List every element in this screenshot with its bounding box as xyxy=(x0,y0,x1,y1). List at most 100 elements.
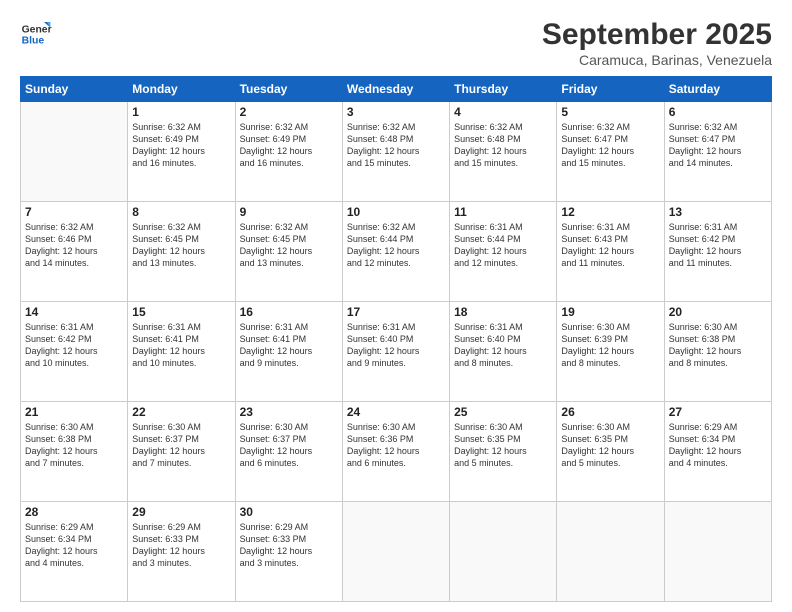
day-info: Sunrise: 6:31 AM Sunset: 6:42 PM Dayligh… xyxy=(25,321,123,370)
col-thursday: Thursday xyxy=(450,77,557,102)
day-number: 2 xyxy=(240,105,338,119)
day-cell: 17 Sunrise: 6:31 AM Sunset: 6:40 PM Dayli… xyxy=(342,302,449,402)
day-info: Sunrise: 6:30 AM Sunset: 6:35 PM Dayligh… xyxy=(561,421,659,470)
week-row-1: 7 Sunrise: 6:32 AM Sunset: 6:46 PM Daylig… xyxy=(21,202,772,302)
day-cell: 20 Sunrise: 6:30 AM Sunset: 6:38 PM Dayli… xyxy=(664,302,771,402)
day-cell: 5 Sunrise: 6:32 AM Sunset: 6:47 PM Daylig… xyxy=(557,102,664,202)
col-sunday: Sunday xyxy=(21,77,128,102)
subtitle: Caramuca, Barinas, Venezuela xyxy=(542,52,772,68)
day-number: 29 xyxy=(132,505,230,519)
day-cell: 29 Sunrise: 6:29 AM Sunset: 6:33 PM Dayli… xyxy=(128,502,235,602)
week-row-2: 14Sunrise: 6:31 AM Sunset: 6:42 PM Dayli… xyxy=(21,302,772,402)
day-cell: 30 Sunrise: 6:29 AM Sunset: 6:33 PM Dayli… xyxy=(235,502,342,602)
day-cell: 13Sunrise: 6:31 AM Sunset: 6:42 PM Dayli… xyxy=(664,202,771,302)
day-cell: 8 Sunrise: 6:32 AM Sunset: 6:45 PM Daylig… xyxy=(128,202,235,302)
col-wednesday: Wednesday xyxy=(342,77,449,102)
day-cell: 14Sunrise: 6:31 AM Sunset: 6:42 PM Dayli… xyxy=(21,302,128,402)
day-info: Sunrise: 6:31 AM Sunset: 6:41 PM Dayligh… xyxy=(240,321,338,370)
day-number: 23 xyxy=(240,405,338,419)
day-cell: 9Sunrise: 6:32 AM Sunset: 6:45 PM Daylig… xyxy=(235,202,342,302)
day-number: 19 xyxy=(561,305,659,319)
svg-text:Blue: Blue xyxy=(22,36,45,47)
day-info: Sunrise: 6:32 AM Sunset: 6:45 PM Dayligh… xyxy=(132,221,230,270)
day-number: 26 xyxy=(561,405,659,419)
day-info: Sunrise: 6:32 AM Sunset: 6:48 PM Dayligh… xyxy=(347,121,445,170)
col-monday: Monday xyxy=(128,77,235,102)
day-cell xyxy=(342,502,449,602)
day-number: 17 xyxy=(347,305,445,319)
day-number: 4 xyxy=(454,105,552,119)
day-info: Sunrise: 6:30 AM Sunset: 6:35 PM Dayligh… xyxy=(454,421,552,470)
day-number: 20 xyxy=(669,305,767,319)
day-cell: 10Sunrise: 6:32 AM Sunset: 6:44 PM Dayli… xyxy=(342,202,449,302)
day-number: 22 xyxy=(132,405,230,419)
day-info: Sunrise: 6:29 AM Sunset: 6:34 PM Dayligh… xyxy=(669,421,767,470)
month-title: September 2025 xyxy=(542,18,772,52)
day-cell: 12 Sunrise: 6:31 AM Sunset: 6:43 PM Dayli… xyxy=(557,202,664,302)
day-number: 30 xyxy=(240,505,338,519)
day-info: Sunrise: 6:30 AM Sunset: 6:39 PM Dayligh… xyxy=(561,321,659,370)
day-info: Sunrise: 6:29 AM Sunset: 6:33 PM Dayligh… xyxy=(132,521,230,570)
logo: General Blue xyxy=(20,18,52,50)
day-number: 6 xyxy=(669,105,767,119)
day-cell: 2 Sunrise: 6:32 AM Sunset: 6:49 PM Daylig… xyxy=(235,102,342,202)
day-number: 9 xyxy=(240,205,338,219)
day-cell: 27 Sunrise: 6:29 AM Sunset: 6:34 PM Dayli… xyxy=(664,402,771,502)
day-info: Sunrise: 6:31 AM Sunset: 6:43 PM Dayligh… xyxy=(561,221,659,270)
day-cell xyxy=(21,102,128,202)
day-cell: 7 Sunrise: 6:32 AM Sunset: 6:46 PM Daylig… xyxy=(21,202,128,302)
svg-text:General: General xyxy=(22,24,52,35)
day-info: Sunrise: 6:30 AM Sunset: 6:37 PM Dayligh… xyxy=(240,421,338,470)
day-info: Sunrise: 6:32 AM Sunset: 6:49 PM Dayligh… xyxy=(132,121,230,170)
day-info: Sunrise: 6:31 AM Sunset: 6:40 PM Dayligh… xyxy=(347,321,445,370)
day-info: Sunrise: 6:30 AM Sunset: 6:37 PM Dayligh… xyxy=(132,421,230,470)
day-number: 7 xyxy=(25,205,123,219)
day-info: Sunrise: 6:29 AM Sunset: 6:33 PM Dayligh… xyxy=(240,521,338,570)
day-cell: 21 Sunrise: 6:30 AM Sunset: 6:38 PM Dayli… xyxy=(21,402,128,502)
day-number: 27 xyxy=(669,405,767,419)
day-cell: 19 Sunrise: 6:30 AM Sunset: 6:39 PM Dayli… xyxy=(557,302,664,402)
week-row-3: 21 Sunrise: 6:30 AM Sunset: 6:38 PM Dayli… xyxy=(21,402,772,502)
day-info: Sunrise: 6:32 AM Sunset: 6:47 PM Dayligh… xyxy=(561,121,659,170)
calendar-table: Sunday Monday Tuesday Wednesday Thursday… xyxy=(20,76,772,602)
day-number: 13 xyxy=(669,205,767,219)
day-number: 5 xyxy=(561,105,659,119)
page: General Blue September 2025 Caramuca, Ba… xyxy=(0,0,792,612)
day-number: 18 xyxy=(454,305,552,319)
day-cell: 24Sunrise: 6:30 AM Sunset: 6:36 PM Dayli… xyxy=(342,402,449,502)
header: General Blue September 2025 Caramuca, Ba… xyxy=(20,18,772,68)
day-cell: 16 Sunrise: 6:31 AM Sunset: 6:41 PM Dayli… xyxy=(235,302,342,402)
day-cell: 11Sunrise: 6:31 AM Sunset: 6:44 PM Dayli… xyxy=(450,202,557,302)
day-info: Sunrise: 6:31 AM Sunset: 6:44 PM Dayligh… xyxy=(454,221,552,270)
day-cell: 1 Sunrise: 6:32 AM Sunset: 6:49 PM Daylig… xyxy=(128,102,235,202)
week-row-4: 28Sunrise: 6:29 AM Sunset: 6:34 PM Dayli… xyxy=(21,502,772,602)
day-number: 1 xyxy=(132,105,230,119)
day-cell: 18 Sunrise: 6:31 AM Sunset: 6:40 PM Dayli… xyxy=(450,302,557,402)
day-number: 12 xyxy=(561,205,659,219)
day-number: 15 xyxy=(132,305,230,319)
day-number: 21 xyxy=(25,405,123,419)
day-info: Sunrise: 6:29 AM Sunset: 6:34 PM Dayligh… xyxy=(25,521,123,570)
day-info: Sunrise: 6:32 AM Sunset: 6:49 PM Dayligh… xyxy=(240,121,338,170)
day-info: Sunrise: 6:30 AM Sunset: 6:38 PM Dayligh… xyxy=(669,321,767,370)
day-cell: 3 Sunrise: 6:32 AM Sunset: 6:48 PM Daylig… xyxy=(342,102,449,202)
day-info: Sunrise: 6:32 AM Sunset: 6:48 PM Dayligh… xyxy=(454,121,552,170)
day-number: 10 xyxy=(347,205,445,219)
day-number: 3 xyxy=(347,105,445,119)
day-info: Sunrise: 6:32 AM Sunset: 6:46 PM Dayligh… xyxy=(25,221,123,270)
day-cell: 23 Sunrise: 6:30 AM Sunset: 6:37 PM Dayli… xyxy=(235,402,342,502)
day-cell xyxy=(450,502,557,602)
day-info: Sunrise: 6:31 AM Sunset: 6:40 PM Dayligh… xyxy=(454,321,552,370)
col-friday: Friday xyxy=(557,77,664,102)
day-cell xyxy=(557,502,664,602)
day-number: 16 xyxy=(240,305,338,319)
day-cell: 4 Sunrise: 6:32 AM Sunset: 6:48 PM Daylig… xyxy=(450,102,557,202)
day-info: Sunrise: 6:32 AM Sunset: 6:47 PM Dayligh… xyxy=(669,121,767,170)
header-row: Sunday Monday Tuesday Wednesday Thursday… xyxy=(21,77,772,102)
logo-icon: General Blue xyxy=(20,18,52,50)
day-number: 8 xyxy=(132,205,230,219)
col-saturday: Saturday xyxy=(664,77,771,102)
col-tuesday: Tuesday xyxy=(235,77,342,102)
day-info: Sunrise: 6:31 AM Sunset: 6:41 PM Dayligh… xyxy=(132,321,230,370)
day-info: Sunrise: 6:30 AM Sunset: 6:38 PM Dayligh… xyxy=(25,421,123,470)
